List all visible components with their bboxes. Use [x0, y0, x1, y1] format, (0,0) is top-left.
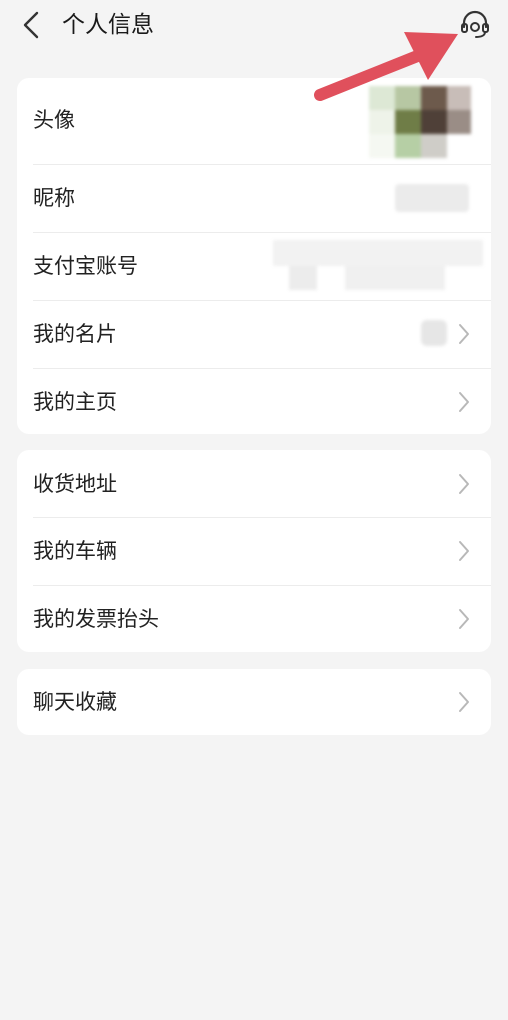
row-nickname[interactable]: 昵称: [17, 164, 491, 232]
row-label: 昵称: [33, 186, 75, 210]
address-settings-card: 收货地址 我的车辆 我的发票抬头: [17, 450, 491, 652]
row-my-vehicles[interactable]: 我的车辆: [17, 517, 491, 585]
row-label: 我的发票抬头: [33, 607, 159, 631]
row-label: 我的主页: [33, 390, 117, 414]
top-bar: 个人信息: [0, 0, 508, 52]
row-my-homepage[interactable]: 我的主页: [17, 368, 491, 434]
customer-service-headset-icon[interactable]: [458, 8, 492, 42]
row-label: 我的车辆: [33, 539, 117, 563]
alipay-account-value: [273, 240, 483, 292]
row-avatar[interactable]: 头像: [17, 78, 491, 164]
profile-settings-card: 头像 昵称 支付宝账号 我的名片 我的主页: [17, 78, 491, 434]
row-label: 我的名片: [33, 322, 117, 346]
chevron-left-icon[interactable]: [20, 10, 44, 40]
row-my-card[interactable]: 我的名片: [17, 300, 491, 368]
nickname-value: [395, 184, 469, 212]
chat-settings-card: 聊天收藏: [17, 669, 491, 735]
row-label: 聊天收藏: [33, 690, 117, 714]
row-shipping-address[interactable]: 收货地址: [17, 450, 491, 517]
chevron-right-icon: [459, 474, 469, 494]
chevron-right-icon: [459, 392, 469, 412]
avatar: [369, 86, 473, 158]
chevron-right-icon: [459, 324, 469, 344]
page-title: 个人信息: [62, 12, 154, 38]
chevron-right-icon: [459, 609, 469, 629]
row-chat-favorites[interactable]: 聊天收藏: [17, 669, 491, 735]
row-invoice-title[interactable]: 我的发票抬头: [17, 585, 491, 652]
row-label: 收货地址: [33, 472, 117, 496]
row-label: 头像: [33, 108, 75, 132]
chevron-right-icon: [459, 541, 469, 561]
row-alipay-account[interactable]: 支付宝账号: [17, 232, 491, 300]
row-label: 支付宝账号: [33, 254, 138, 278]
my-card-preview: [421, 320, 447, 346]
chevron-right-icon: [459, 692, 469, 712]
